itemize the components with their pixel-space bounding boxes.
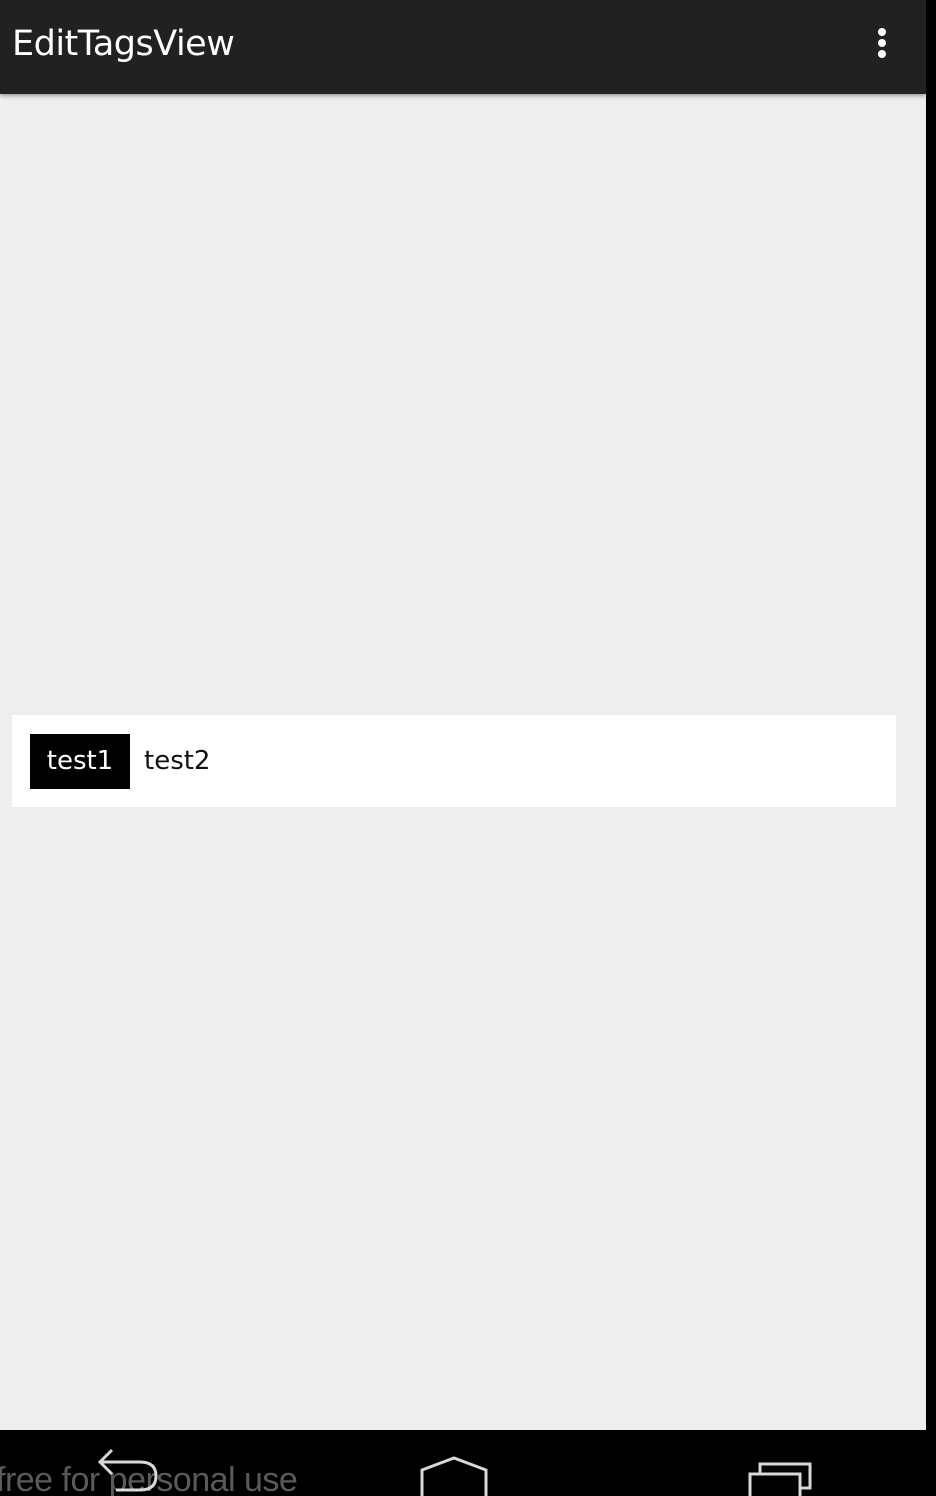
back-icon [97,1448,158,1492]
home-icon [420,1456,488,1496]
overflow-menu-icon [878,28,886,58]
edit-tags-view[interactable]: test1 test2 [12,715,896,807]
screen-edge [926,0,936,1496]
tag-chip[interactable]: test1 [30,734,130,789]
home-button[interactable] [418,1444,490,1496]
back-button[interactable] [96,1444,164,1496]
overflow-menu-button[interactable] [858,20,906,68]
app-window: EditTagsView test1 test2 [0,0,926,1430]
recents-button[interactable] [744,1444,816,1496]
screen: EditTagsView test1 test2 free for person… [0,0,936,1496]
app-title: EditTagsView [12,24,235,64]
action-bar: EditTagsView [0,0,926,94]
content-area: test1 test2 [0,94,926,1430]
tag-input[interactable]: test2 [144,734,210,789]
navigation-bar: free for personal use [0,1430,936,1496]
recents-icon [748,1462,812,1496]
